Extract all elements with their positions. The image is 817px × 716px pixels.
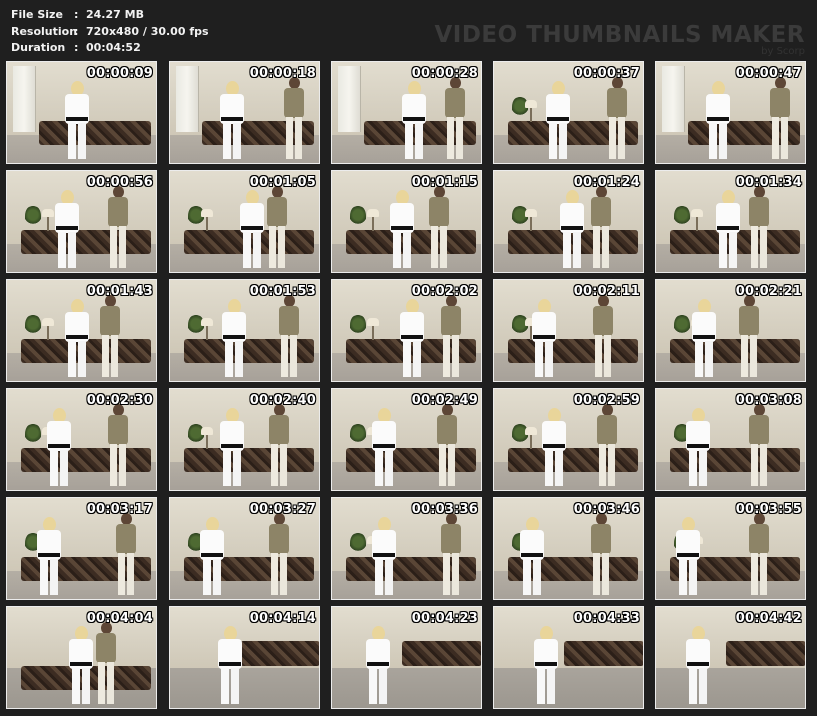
thumbnail-tile[interactable]: 00:02:49 [331,388,482,491]
thumbnail-tile[interactable]: 00:04:23 [331,606,482,709]
thumbnail-tile[interactable]: 00:02:59 [493,388,644,491]
timecode-label: 00:03:27 [249,502,316,517]
thumbnail-tile[interactable]: 00:00:09 [6,61,157,164]
info-value: 00:04:52 [86,41,141,54]
thumbnail-tile[interactable]: 00:03:46 [493,497,644,600]
thumbnail-grid: 00:00:09 00:00:18 00:00:28 00:00:37 00:00:47… [6,61,816,716]
thumbnail-tile[interactable]: 00:02:02 [331,279,482,382]
timecode-label: 00:01:05 [249,175,316,190]
timecode-label: 00:03:17 [86,502,153,517]
thumbnail-tile[interactable]: 00:00:37 [493,61,644,164]
timecode-label: 00:04:14 [249,611,316,626]
timecode-label: 00:01:34 [735,175,802,190]
timecode-label: 00:02:21 [735,284,802,299]
info-label: File Size [11,8,63,21]
header: File Size : 24.27 MB Resolution : 720x48… [0,0,817,60]
timecode-label: 00:02:40 [249,393,316,408]
timecode-label: 00:01:43 [86,284,153,299]
info-row-file-size: File Size : 24.27 MB [11,7,209,24]
timecode-label: 00:00:47 [735,66,802,81]
timecode-label: 00:04:33 [573,611,640,626]
thumbnail-tile[interactable]: 00:00:18 [169,61,320,164]
thumbnail-tile[interactable]: 00:01:53 [169,279,320,382]
timecode-label: 00:02:11 [573,284,640,299]
timecode-label: 00:03:08 [735,393,802,408]
timecode-label: 00:00:18 [249,66,316,81]
thumbnail-tile[interactable]: 00:02:30 [6,388,157,491]
timecode-label: 00:01:24 [573,175,640,190]
thumbnail-tile[interactable]: 00:02:40 [169,388,320,491]
thumbnail-tile[interactable]: 00:03:36 [331,497,482,600]
info-label: Duration [11,41,66,54]
thumbnail-tile[interactable]: 00:01:05 [169,170,320,273]
thumbnail-tile[interactable]: 00:03:08 [655,388,806,491]
thumbnail-tile[interactable]: 00:01:34 [655,170,806,273]
timecode-label: 00:04:23 [411,611,478,626]
thumbnail-tile[interactable]: 00:00:56 [6,170,157,273]
thumbnail-tile[interactable]: 00:01:24 [493,170,644,273]
brand-watermark: VIDEO THUMBNAILS MAKER by Scorp [434,22,805,57]
thumbnail-tile[interactable]: 00:04:04 [6,606,157,709]
brand-subtitle: by Scorp [761,46,805,57]
info-value: 720x480 / 30.00 fps [86,24,209,38]
timecode-label: 00:00:37 [573,66,640,81]
timecode-label: 00:00:09 [86,66,153,81]
thumbnail-tile[interactable]: 00:03:17 [6,497,157,600]
timecode-label: 00:02:59 [573,393,640,408]
timecode-label: 00:01:15 [411,175,478,190]
timecode-label: 00:00:56 [86,175,153,190]
info-row-resolution: Resolution : 720x480 / 30.00 fps [11,24,209,41]
thumbnail-tile[interactable]: 00:01:15 [331,170,482,273]
thumbnail-tile[interactable]: 00:00:28 [331,61,482,164]
timecode-label: 00:03:36 [411,502,478,517]
timecode-label: 00:02:49 [411,393,478,408]
thumbnail-tile[interactable]: 00:04:14 [169,606,320,709]
thumbnail-tile[interactable]: 00:04:33 [493,606,644,709]
info-row-duration: Duration : 00:04:52 [11,40,209,57]
info-separator: : [74,41,79,54]
timecode-label: 00:04:42 [735,611,802,626]
brand-title: VIDEO THUMBNAILS MAKER [434,22,805,48]
thumbnail-tile[interactable]: 00:02:11 [493,279,644,382]
info-value: 24.27 MB [86,8,144,21]
timecode-label: 00:02:02 [411,284,478,299]
video-info: File Size : 24.27 MB Resolution : 720x48… [11,7,209,57]
thumbnail-tile[interactable]: 00:03:55 [655,497,806,600]
thumbnail-tile[interactable]: 00:00:47 [655,61,806,164]
timecode-label: 00:04:04 [86,611,153,626]
timecode-label: 00:03:46 [573,502,640,517]
timecode-label: 00:03:55 [735,502,802,517]
info-label: Resolution [11,24,78,38]
timecode-label: 00:02:30 [86,393,153,408]
thumbnail-tile[interactable]: 00:03:27 [169,497,320,600]
info-separator: : [74,24,79,38]
thumbnail-tile[interactable]: 00:04:42 [655,606,806,709]
thumbnail-tile[interactable]: 00:01:43 [6,279,157,382]
timecode-label: 00:00:28 [411,66,478,81]
thumbnail-tile[interactable]: 00:02:21 [655,279,806,382]
info-separator: : [74,8,79,21]
timecode-label: 00:01:53 [249,284,316,299]
